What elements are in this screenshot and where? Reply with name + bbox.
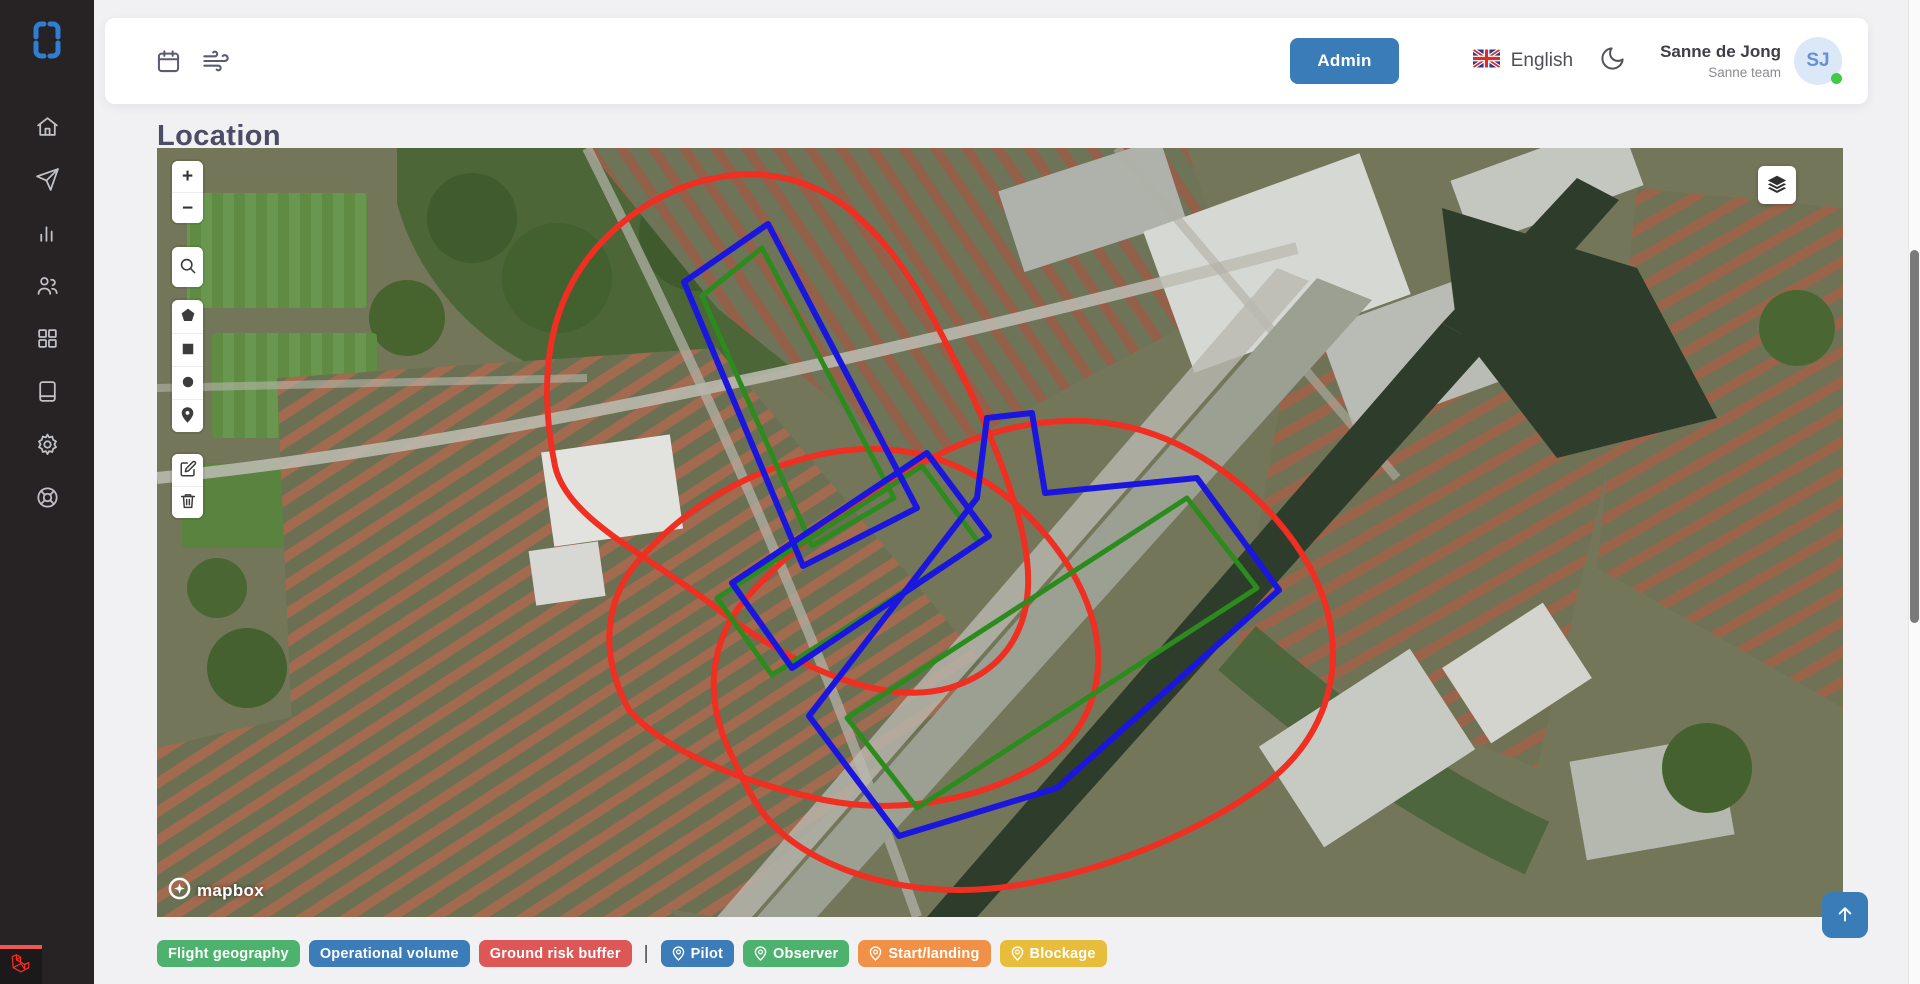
legend-badge-operational-volume: Operational volume bbox=[309, 940, 470, 967]
draw-marker-button[interactable] bbox=[172, 399, 203, 432]
users-icon bbox=[35, 273, 60, 303]
zoom-out-button[interactable]: − bbox=[172, 192, 203, 223]
layers-icon bbox=[1766, 173, 1788, 198]
sidebar-item-support[interactable] bbox=[21, 473, 73, 526]
admin-button[interactable]: Admin bbox=[1290, 38, 1398, 84]
language-selector[interactable]: English bbox=[1473, 49, 1573, 73]
bar-chart-icon bbox=[35, 220, 60, 250]
map-legend: Flight geography Operational volume Ground… bbox=[157, 940, 1107, 967]
scroll-to-top-button[interactable] bbox=[1822, 892, 1868, 938]
dark-mode-toggle[interactable] bbox=[1599, 45, 1626, 77]
sidebar-item-users[interactable] bbox=[21, 261, 73, 314]
laravel-logo-icon bbox=[10, 953, 32, 980]
sidebar-item-apps[interactable] bbox=[21, 314, 73, 367]
pin-icon bbox=[672, 946, 685, 961]
legend-badge-observer: Observer bbox=[743, 940, 849, 967]
mapbox-logo-icon bbox=[168, 877, 191, 905]
zoom-in-button[interactable]: + bbox=[172, 161, 203, 192]
zone-ground-risk-buffer bbox=[547, 174, 1028, 692]
topbar: Admin English Sanne de bbox=[105, 18, 1868, 104]
marker-icon bbox=[179, 406, 196, 427]
delete-shape-button[interactable] bbox=[172, 486, 203, 518]
page-title: Location bbox=[157, 120, 281, 153]
pentagon-icon bbox=[179, 306, 197, 327]
legend-badge-blockage: Blockage bbox=[1000, 940, 1107, 967]
moon-icon bbox=[1599, 45, 1626, 77]
legend-badge-label: Observer bbox=[773, 946, 838, 962]
sidebar-item-missions[interactable] bbox=[21, 155, 73, 208]
user-name: Sanne de Jong bbox=[1660, 42, 1781, 62]
draw-controls bbox=[172, 300, 203, 432]
circle-icon bbox=[179, 373, 197, 394]
pin-icon bbox=[754, 946, 767, 961]
square-icon bbox=[179, 340, 197, 361]
online-status-dot bbox=[1831, 73, 1842, 84]
sidebar-item-home[interactable] bbox=[21, 102, 73, 155]
layer-switcher-button[interactable] bbox=[1758, 166, 1796, 204]
settings-icon bbox=[35, 432, 60, 462]
sidebar-item-settings[interactable] bbox=[21, 420, 73, 473]
application-window: Admin English Sanne de bbox=[0, 0, 1920, 984]
sidebar-item-statistics[interactable] bbox=[21, 208, 73, 261]
legend-badge-label: Flight geography bbox=[168, 946, 289, 962]
user-menu[interactable]: Sanne de Jong Sanne team bbox=[1660, 42, 1781, 80]
avatar-initials: SJ bbox=[1806, 50, 1829, 72]
book-icon bbox=[35, 379, 60, 409]
arrow-up-icon bbox=[1835, 904, 1855, 927]
mapbox-attribution[interactable]: mapbox bbox=[168, 877, 264, 905]
edit-shape-button[interactable] bbox=[172, 454, 203, 486]
minus-icon: − bbox=[182, 199, 193, 218]
draw-circle-button[interactable] bbox=[172, 366, 203, 399]
legend-badge-ground-risk-buffer: Ground risk buffer bbox=[479, 940, 632, 967]
map-canvas[interactable]: + − bbox=[157, 148, 1843, 917]
pin-icon bbox=[869, 946, 882, 961]
legend-separator: | bbox=[644, 943, 649, 965]
plus-icon: + bbox=[182, 167, 193, 186]
legend-badge-label: Start/landing bbox=[888, 946, 979, 962]
calendar-icon[interactable] bbox=[155, 48, 182, 75]
map-search-button[interactable] bbox=[172, 247, 203, 287]
pin-icon bbox=[1011, 946, 1024, 961]
grid-icon bbox=[35, 326, 60, 356]
draw-rectangle-button[interactable] bbox=[172, 333, 203, 366]
legend-badge-start-landing: Start/landing bbox=[858, 940, 990, 967]
sidebar-item-library[interactable] bbox=[21, 367, 73, 420]
draw-polygon-button[interactable] bbox=[172, 300, 203, 333]
mapbox-wordmark: mapbox bbox=[197, 881, 264, 901]
laravel-debugbar[interactable] bbox=[0, 945, 42, 984]
avatar[interactable]: SJ bbox=[1794, 37, 1842, 85]
home-icon bbox=[35, 114, 60, 144]
app-logo-icon[interactable] bbox=[21, 14, 73, 66]
zoom-controls: + − bbox=[172, 161, 203, 223]
legend-badge-pilot: Pilot bbox=[661, 940, 734, 967]
legend-badge-label: Blockage bbox=[1030, 946, 1096, 962]
edit-controls bbox=[172, 454, 203, 518]
legend-badge-flight-geography: Flight geography bbox=[157, 940, 300, 967]
zones-overlay bbox=[157, 148, 1843, 917]
search-icon bbox=[178, 256, 197, 278]
legend-badge-label: Pilot bbox=[691, 946, 723, 962]
user-team: Sanne team bbox=[1660, 65, 1781, 80]
life-buoy-icon bbox=[35, 485, 60, 515]
legend-badge-label: Operational volume bbox=[320, 946, 459, 962]
send-icon bbox=[35, 167, 60, 197]
zone-operational-volume bbox=[809, 413, 1279, 836]
edit-icon bbox=[179, 460, 197, 481]
legend-badge-label: Ground risk buffer bbox=[490, 946, 621, 962]
search-control bbox=[172, 247, 203, 287]
sidebar bbox=[0, 0, 94, 984]
page-scrollbar[interactable] bbox=[1908, 0, 1920, 984]
uk-flag-icon bbox=[1473, 49, 1500, 73]
wind-icon[interactable] bbox=[202, 47, 230, 75]
scrollbar-thumb[interactable] bbox=[1910, 250, 1919, 623]
language-label: English bbox=[1511, 50, 1573, 72]
trash-icon bbox=[179, 492, 197, 513]
